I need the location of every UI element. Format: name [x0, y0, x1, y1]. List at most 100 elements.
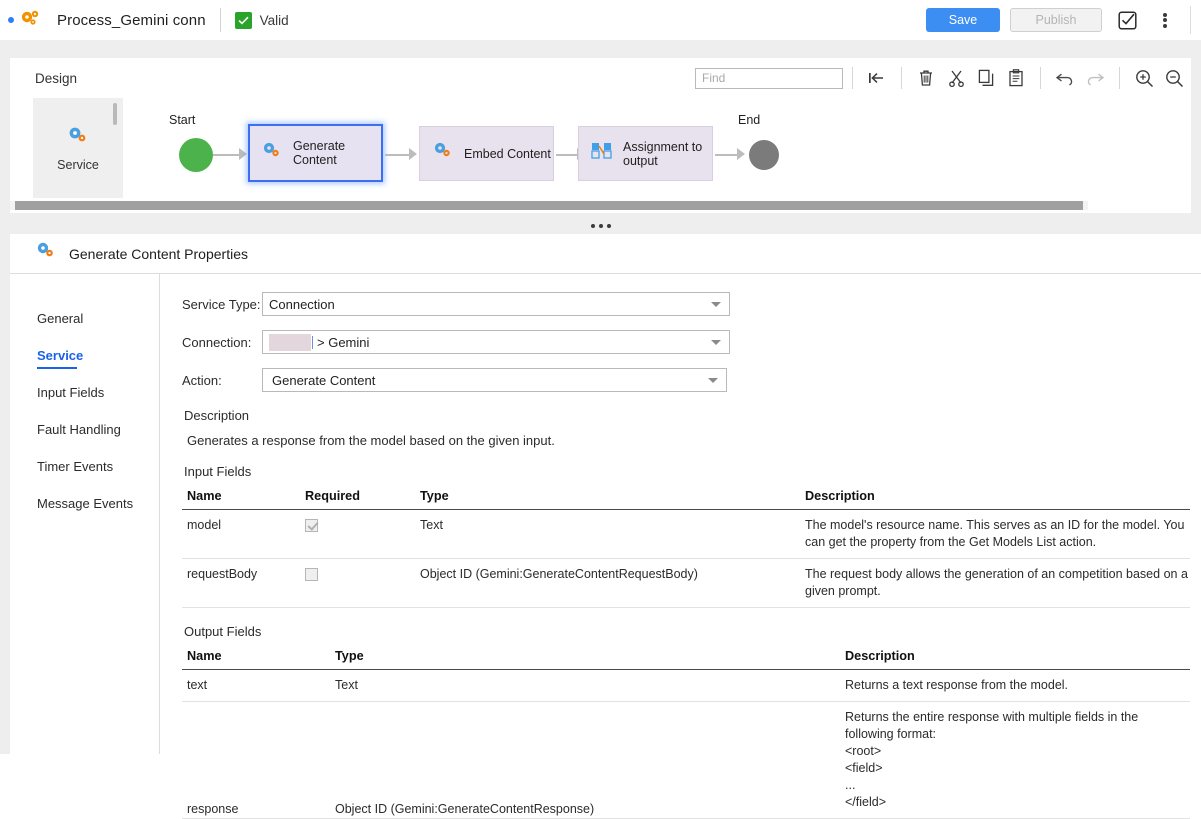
gears-icon	[34, 241, 58, 266]
tab-label: Fault Handling	[37, 422, 121, 437]
palette-item-label: Service	[57, 157, 99, 172]
cut-icon[interactable]	[945, 67, 967, 89]
validation-status-label: Valid	[259, 12, 289, 28]
redo-icon[interactable]	[1084, 67, 1106, 89]
connection-value: > Gemini	[317, 334, 370, 350]
cell-required	[300, 558, 415, 608]
design-toolbar	[695, 67, 1191, 89]
palette-scrollbar[interactable]	[113, 103, 117, 125]
top-bar-left: Process_Gemini conn Valid	[0, 8, 289, 32]
copy-icon[interactable]	[975, 67, 997, 89]
input-fields-table: Name Required Type Description model Tex…	[182, 489, 1190, 608]
assignment-icon	[590, 140, 614, 167]
tab-service[interactable]: Service	[10, 337, 159, 374]
properties-header: Generate Content Properties	[10, 234, 1201, 274]
publish-button[interactable]: Publish	[1010, 8, 1102, 32]
cell-required	[300, 509, 415, 559]
panel-resize-handle[interactable]	[0, 218, 1201, 234]
find-input[interactable]	[695, 67, 843, 89]
required-checkbox[interactable]	[305, 568, 318, 582]
node-generate-content[interactable]: Generate Content	[248, 124, 383, 182]
paste-icon[interactable]	[1005, 67, 1027, 89]
delete-icon[interactable]	[915, 67, 937, 89]
chevron-down-icon	[708, 378, 718, 383]
end-event-node[interactable]	[749, 140, 779, 170]
app-status-dot-icon	[8, 17, 14, 23]
column-header-required: Required	[300, 489, 415, 510]
connection-row: Connection: > Gemini	[182, 330, 1201, 354]
cell-description: Returns a text response from the model.	[840, 669, 1190, 702]
tab-label: Message Events	[37, 496, 134, 511]
cell-description: The request body allows the generation o…	[800, 558, 1190, 608]
connection-select[interactable]: > Gemini	[262, 330, 730, 354]
undo-icon[interactable]	[1054, 67, 1076, 89]
palette-service-item[interactable]: Service	[33, 98, 123, 198]
tab-message-events[interactable]: Message Events	[10, 485, 159, 522]
design-panel: Design Find Service Start Generate Conte…	[10, 58, 1191, 213]
validation-status: Valid	[234, 11, 289, 29]
table-row: response Object ID (Gemini:GenerateConte…	[182, 701, 1190, 819]
zoom-in-icon[interactable]	[1133, 67, 1155, 89]
column-header-description: Description	[840, 649, 1190, 670]
action-value: Generate Content	[272, 372, 376, 388]
table-row: model Text The model's resource name. Th…	[182, 509, 1190, 559]
save-button[interactable]: Save	[926, 8, 1000, 32]
cell-type: Object ID (Gemini:GenerateContentRespons…	[330, 701, 840, 819]
chevron-down-icon	[711, 302, 721, 307]
gears-icon	[431, 141, 455, 166]
cell-name: model	[182, 509, 300, 559]
go-to-start-icon[interactable]	[866, 67, 888, 89]
text-cursor-icon	[312, 335, 313, 349]
cell-name: text	[182, 669, 330, 702]
check-icon	[234, 11, 252, 29]
node-embed-content[interactable]: Embed Content	[419, 126, 554, 181]
node-label: Generate Content	[293, 139, 346, 167]
more-options-button[interactable]	[1152, 7, 1178, 33]
connector	[556, 154, 579, 156]
column-header-description: Description	[800, 489, 1190, 510]
input-fields-heading: Input Fields	[184, 464, 252, 479]
end-label: End	[738, 113, 761, 127]
gears-logo-icon	[17, 9, 43, 31]
validate-button[interactable]	[1114, 7, 1140, 33]
toolbar-divider	[1119, 67, 1120, 89]
column-header-name: Name	[182, 489, 300, 510]
node-label: Embed Content	[464, 146, 551, 161]
connector	[715, 154, 739, 156]
node-label: Assignment to output	[623, 139, 703, 168]
service-type-select[interactable]: Connection	[262, 292, 730, 316]
cell-name: response	[182, 701, 330, 819]
zoom-out-icon[interactable]	[1163, 67, 1185, 89]
cell-type: Text	[330, 669, 840, 702]
gears-icon	[260, 141, 284, 166]
service-type-row: Service Type: Connection	[182, 292, 1201, 316]
description-text: Generates a response from the model base…	[187, 433, 555, 448]
tab-input-fields[interactable]: Input Fields	[10, 374, 159, 411]
node-assignment-to-output[interactable]: Assignment to output	[578, 126, 713, 181]
start-event-node[interactable]	[179, 138, 213, 172]
cell-name: requestBody	[182, 558, 300, 608]
tab-general[interactable]: General	[10, 300, 159, 337]
design-panel-header: Design	[10, 58, 1191, 98]
connector-arrow	[409, 148, 417, 160]
action-select[interactable]: Generate Content	[262, 368, 727, 392]
top-bar-actions: Save Publish	[926, 6, 1201, 34]
start-label: Start	[169, 113, 196, 127]
process-canvas[interactable]: Service Start Generate Content Embed Con…	[10, 98, 1191, 213]
redacted-connection-name	[269, 333, 311, 351]
tab-label: Timer Events	[37, 459, 114, 474]
toolbar-end-divider	[1190, 6, 1191, 34]
gears-icon	[65, 125, 91, 152]
tab-timer-events[interactable]: Timer Events	[10, 448, 159, 485]
table-header-row: Name Required Type Description	[182, 489, 1190, 510]
service-tab-content: Service Type: Connection Connection: > G…	[160, 274, 1201, 819]
design-panel-label: Design	[35, 70, 78, 86]
connector-arrow	[737, 148, 745, 160]
tab-fault-handling[interactable]: Fault Handling	[10, 411, 159, 448]
properties-body: General Service Input Fields Fault Handl…	[10, 274, 1201, 819]
canvas-horizontal-scrollbar[interactable]	[15, 201, 1083, 210]
column-header-type: Type	[330, 649, 840, 670]
table-row: requestBody Object ID (Gemini:GenerateCo…	[182, 558, 1190, 608]
required-checkbox[interactable]	[305, 519, 318, 533]
output-fields-heading: Output Fields	[184, 624, 262, 639]
